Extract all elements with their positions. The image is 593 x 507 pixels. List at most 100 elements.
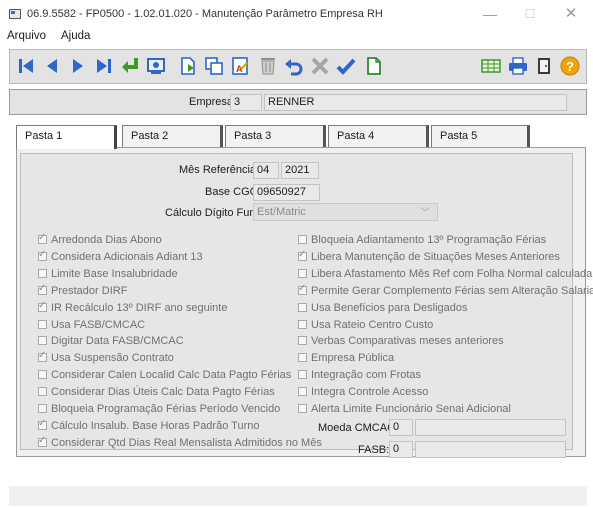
close-button[interactable]: ✕ xyxy=(557,4,585,24)
fasb-desc-field[interactable] xyxy=(415,441,566,458)
checkbox-unchecked-icon[interactable] xyxy=(38,319,47,329)
next-record-icon[interactable] xyxy=(67,55,89,77)
moeda-cmcac-field[interactable]: 0 xyxy=(389,419,413,436)
checkbox-item[interactable]: Empresa Pública xyxy=(298,352,394,366)
checkbox-checked-icon[interactable] xyxy=(38,232,47,244)
checkbox-unchecked-icon[interactable] xyxy=(38,404,47,413)
help-icon[interactable]: ? xyxy=(559,55,581,77)
checkbox-item[interactable]: Considera Adicionais Adiant 13 xyxy=(38,249,203,265)
menu-arquivo[interactable]: Arquivo xyxy=(7,30,46,42)
checkbox-checked-icon[interactable] xyxy=(38,350,47,363)
checkbox-label: Arredonda Dias Abono xyxy=(51,234,162,246)
calculo-digito-select[interactable]: Est/Matric xyxy=(253,203,438,221)
checkbox-unchecked-icon[interactable] xyxy=(38,336,47,346)
checkbox-item[interactable]: Verbas Comparativas meses anteriores xyxy=(298,335,504,349)
checkbox-item[interactable]: Considerar Qtd Dias Real Mensalista Admi… xyxy=(38,435,322,451)
checkbox-item[interactable]: Usa Rateio Centro Custo xyxy=(298,319,433,333)
checkbox-checked-icon[interactable] xyxy=(38,283,47,295)
checkbox-label: IR Recálculo 13º DIRF ano seguinte xyxy=(51,301,228,314)
app-icon xyxy=(9,9,21,19)
empresa-name-field[interactable]: RENNER xyxy=(264,94,567,111)
cancel-icon[interactable] xyxy=(309,55,331,77)
document-icon[interactable] xyxy=(363,55,385,77)
tab-pasta-1[interactable]: Pasta 1 xyxy=(16,125,117,149)
fasb-label: FASB: xyxy=(358,444,390,456)
tab-pasta-3[interactable]: Pasta 3 xyxy=(225,125,326,147)
new-record-icon[interactable] xyxy=(177,55,199,77)
checkbox-unchecked-icon[interactable] xyxy=(298,268,307,278)
checkbox-item[interactable]: Bloqueia Programação Férias Período Venc… xyxy=(38,403,280,417)
checkbox-item[interactable]: Limite Base Insalubridade xyxy=(38,268,178,282)
minimize-button[interactable]: — xyxy=(476,4,504,24)
checkbox-item[interactable]: IR Recálculo 13º DIRF ano seguinte xyxy=(38,300,228,316)
checkbox-unchecked-icon[interactable] xyxy=(298,404,307,413)
table-icon[interactable] xyxy=(480,55,502,77)
mes-referencia-label: Mês Referência: xyxy=(179,164,260,176)
checkbox-item[interactable]: Permite Gerar Complemento Férias sem Alt… xyxy=(298,283,593,299)
checkbox-unchecked-icon[interactable] xyxy=(38,268,47,278)
checkbox-item[interactable]: Libera Manutenção de Situações Meses Ant… xyxy=(298,249,560,265)
checkbox-label: Cálculo Insalub. Base Horas Padrão Turno xyxy=(51,419,260,432)
checkbox-item[interactable]: Considerar Calen Localid Calc Data Pagto… xyxy=(38,369,291,383)
checkbox-label: Empresa Pública xyxy=(311,352,395,365)
checkbox-checked-icon[interactable] xyxy=(38,418,47,430)
checkbox-unchecked-icon[interactable] xyxy=(38,370,47,380)
checkbox-label: Usa Rateio Centro Custo xyxy=(311,318,434,331)
last-record-icon[interactable] xyxy=(93,55,115,77)
maximize-button[interactable]: ☐ xyxy=(516,4,544,24)
calculo-digito-label: Cálculo Dígito Func: xyxy=(165,207,265,219)
checkbox-unchecked-icon[interactable] xyxy=(298,370,307,380)
checkbox-item[interactable]: Cálculo Insalub. Base Horas Padrão Turno xyxy=(38,418,260,434)
checkbox-item[interactable]: Bloqueia Adiantamento 13º Programação Fé… xyxy=(298,234,546,248)
checkbox-unchecked-icon[interactable] xyxy=(298,302,307,312)
checkbox-unchecked-icon[interactable] xyxy=(298,353,307,363)
delete-record-icon[interactable] xyxy=(257,55,279,77)
save-check-icon[interactable] xyxy=(335,55,357,77)
checkbox-item[interactable]: Integra Controle Acesso xyxy=(298,386,428,400)
ano-field[interactable]: 2021 xyxy=(281,162,319,179)
view-record-icon[interactable] xyxy=(145,55,167,77)
checkbox-checked-icon[interactable] xyxy=(38,249,47,261)
checkbox-checked-icon[interactable] xyxy=(298,249,307,261)
print-icon[interactable] xyxy=(507,55,529,77)
checkbox-label: Considerar Qtd Dias Real Mensalista Admi… xyxy=(51,436,322,449)
fasb-field[interactable]: 0 xyxy=(389,441,413,458)
previous-record-icon[interactable] xyxy=(41,55,63,77)
checkbox-label: Limite Base Insalubridade xyxy=(51,267,178,280)
status-bar xyxy=(9,486,587,506)
checkbox-item[interactable]: Usa Benefícios para Desligados xyxy=(298,302,468,316)
checkbox-checked-icon[interactable] xyxy=(298,283,307,295)
checkbox-label: Libera Afastamento Mês Ref com Folha Nor… xyxy=(311,267,593,280)
first-record-icon[interactable] xyxy=(15,55,37,77)
checkbox-unchecked-icon[interactable] xyxy=(298,319,307,329)
exit-door-icon[interactable] xyxy=(533,55,555,77)
mes-field[interactable]: 04 xyxy=(253,162,279,179)
tab-pasta-2[interactable]: Pasta 2 xyxy=(122,125,223,147)
empresa-code-field[interactable]: 3 xyxy=(230,94,262,111)
copy-record-icon[interactable] xyxy=(203,55,225,77)
checkbox-item[interactable]: Usa FASB/CMCAC xyxy=(38,319,145,333)
menu-ajuda[interactable]: Ajuda xyxy=(61,30,90,42)
checkbox-item[interactable]: Digitar Data FASB/CMCAC xyxy=(38,335,184,349)
tab-pasta-4[interactable]: Pasta 4 xyxy=(328,125,429,147)
checkbox-item[interactable]: Arredonda Dias Abono xyxy=(38,232,162,248)
checkbox-unchecked-icon[interactable] xyxy=(38,387,47,397)
checkbox-unchecked-icon[interactable] xyxy=(298,387,307,397)
checkbox-item[interactable]: Libera Afastamento Mês Ref com Folha Nor… xyxy=(298,268,592,282)
checkbox-item[interactable]: Considerar Dias Úteis Calc Data Pagto Fé… xyxy=(38,386,275,400)
minimize-icon: — xyxy=(483,6,497,22)
checkbox-item[interactable]: Alerta Limite Funcionário Senai Adiciona… xyxy=(298,403,511,417)
base-cgc-field[interactable]: 09650927 xyxy=(253,184,320,201)
edit-record-icon[interactable]: A xyxy=(229,55,251,77)
moeda-cmcac-desc-field[interactable] xyxy=(415,419,566,436)
checkbox-item[interactable]: Integração com Frotas xyxy=(298,369,421,383)
tab-pasta-5[interactable]: Pasta 5 xyxy=(431,125,530,147)
checkbox-unchecked-icon[interactable] xyxy=(298,336,307,346)
checkbox-checked-icon[interactable] xyxy=(38,435,47,447)
checkbox-item[interactable]: Usa Suspensão Contrato xyxy=(38,350,174,366)
confirm-enter-icon[interactable] xyxy=(119,55,141,77)
checkbox-unchecked-icon[interactable] xyxy=(298,235,307,244)
undo-icon[interactable] xyxy=(283,55,305,77)
checkbox-checked-icon[interactable] xyxy=(38,300,47,312)
checkbox-item[interactable]: Prestador DIRF xyxy=(38,283,127,299)
